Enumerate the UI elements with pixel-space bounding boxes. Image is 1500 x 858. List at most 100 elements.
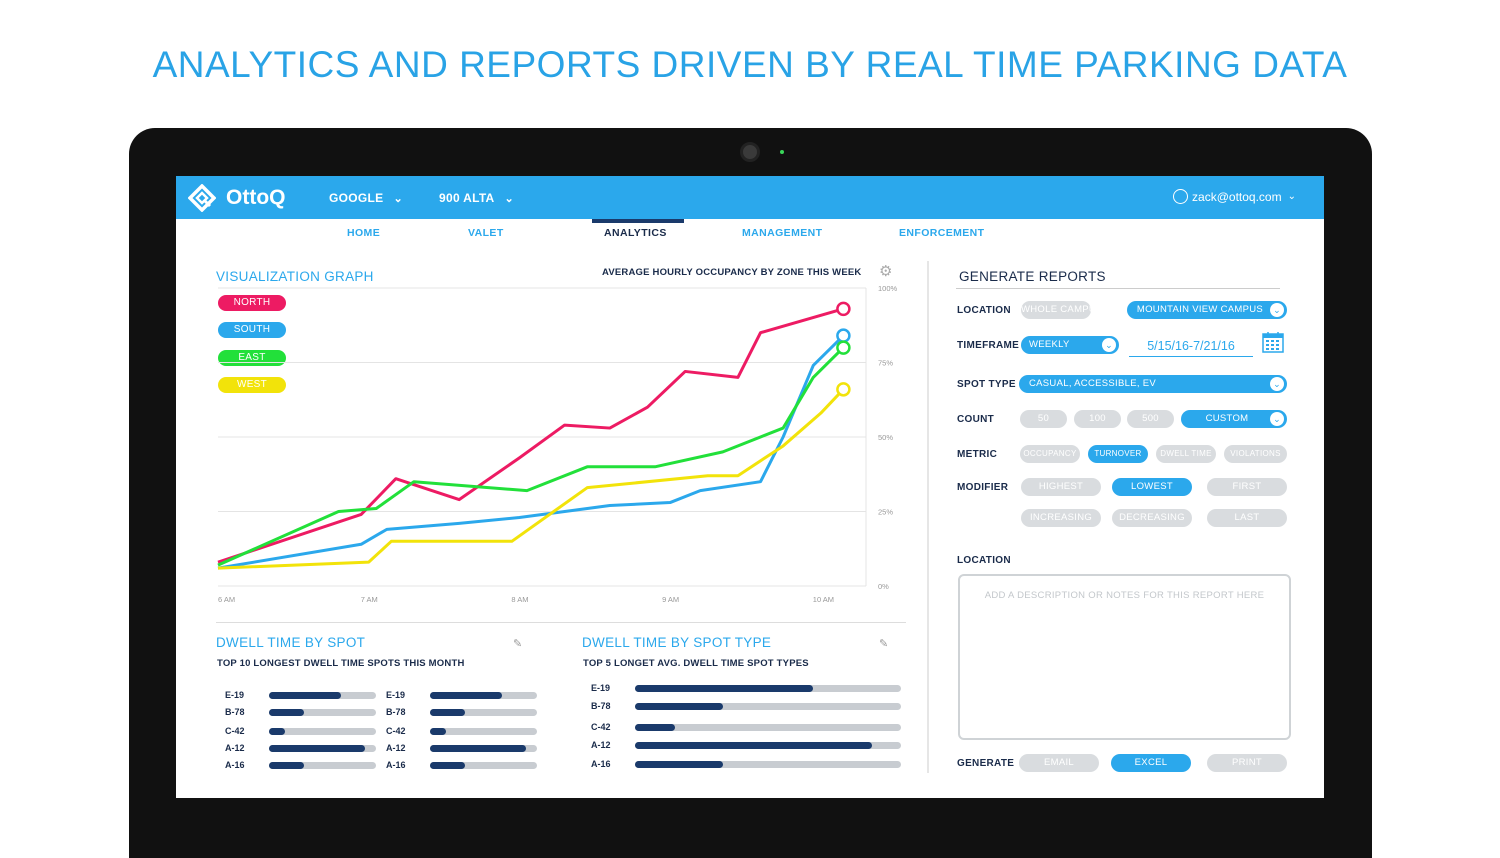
nav-enforcement[interactable]: ENFORCEMENT xyxy=(899,227,984,239)
edit-icon[interactable]: ✎ xyxy=(879,637,888,650)
bar-label: A-16 xyxy=(591,759,611,769)
series-line-south xyxy=(217,334,845,570)
modifier-option-increasing[interactable]: INCREASING xyxy=(1021,509,1101,527)
reports-title-underline xyxy=(956,288,1280,289)
bar-row: E-19 xyxy=(386,689,537,701)
metric-option-violations[interactable]: VIOLATIONS xyxy=(1224,445,1287,463)
bar-fill xyxy=(430,691,502,699)
bar-fill xyxy=(269,744,366,752)
bar-fill xyxy=(635,760,723,768)
chevron-down-icon: ⌄ xyxy=(393,193,404,205)
logo[interactable]: OttoQ xyxy=(188,184,285,212)
user-email: zack@ottoq.com xyxy=(1192,189,1282,204)
bar-label: B-78 xyxy=(591,701,611,711)
series-endpoint-west[interactable] xyxy=(836,382,851,397)
bar-track xyxy=(269,691,376,699)
org-dropdown[interactable]: GOOGLE ⌄ xyxy=(329,191,403,205)
bar-row: A-12 xyxy=(386,742,537,754)
series-endpoint-north[interactable] xyxy=(836,301,851,317)
location-label: LOCATION xyxy=(957,305,1011,316)
spot-type-select[interactable]: CASUAL, ACCESSIBLE, EV ⌄ xyxy=(1019,375,1287,393)
site-dropdown[interactable]: 900 ALTA ⌄ xyxy=(439,191,514,205)
dwell-spot-subtitle: TOP 10 LONGEST DWELL TIME SPOTS THIS MON… xyxy=(217,658,465,669)
metric-option-dwell-time[interactable]: DWELL TIME xyxy=(1156,445,1216,463)
bar-label: B-78 xyxy=(386,707,406,717)
bar-track xyxy=(635,702,901,710)
nav-management[interactable]: MANAGEMENT xyxy=(742,227,822,239)
notes-placeholder: ADD A DESCRIPTION OR NOTES FOR THIS REPO… xyxy=(984,590,1265,601)
chevron-down-icon: ⌄ xyxy=(1270,377,1284,391)
date-range-field[interactable]: 5/15/16-7/21/16 xyxy=(1129,337,1253,357)
modifier-option-highest[interactable]: HIGHEST xyxy=(1021,478,1101,496)
calendar-icon[interactable] xyxy=(1262,331,1284,353)
series-endpoint-east[interactable] xyxy=(836,340,851,355)
nav-home[interactable]: HOME xyxy=(347,227,380,239)
generate-excel-button[interactable]: EXCEL xyxy=(1111,754,1191,772)
webcam xyxy=(740,142,760,162)
modifier-option-decreasing[interactable]: DECREASING xyxy=(1112,509,1192,527)
bar-row: E-19 xyxy=(225,689,376,701)
bar-label: E-19 xyxy=(386,690,406,700)
timeframe-select[interactable]: WEEKLY ⌄ xyxy=(1021,336,1119,354)
y-tick-label: 100% xyxy=(878,286,898,293)
bar-track xyxy=(430,744,537,752)
bar-track xyxy=(430,727,537,735)
x-tick-label: 7 AM xyxy=(361,595,378,604)
bar-fill xyxy=(430,708,466,716)
vertical-divider xyxy=(927,261,929,773)
bar-label: A-12 xyxy=(386,743,406,753)
modifier-option-first[interactable]: FIRST xyxy=(1207,478,1287,496)
reports-title: GENERATE REPORTS xyxy=(959,269,1106,284)
count-option-100[interactable]: 100 xyxy=(1074,410,1121,428)
bar-label: A-12 xyxy=(225,743,245,753)
modifier-option-last[interactable]: LAST xyxy=(1207,509,1287,527)
bar-label: A-16 xyxy=(225,760,245,770)
occupancy-line-chart: 100% 75% 50% 25% 0% 6 AM 7 AM 8 AM 9 AM 10 AM xyxy=(217,286,898,604)
location-selected-value: MOUNTAIN VIEW CAMPUS xyxy=(1136,304,1264,315)
horizontal-divider xyxy=(216,622,906,623)
generate-email-button[interactable]: EMAIL xyxy=(1019,754,1099,772)
count-custom-select[interactable]: CUSTOM ⌄ xyxy=(1181,410,1287,428)
series-endpoint-south[interactable] xyxy=(836,328,851,343)
bar-label: C-42 xyxy=(591,722,611,732)
modifier-option-lowest[interactable]: LOWEST xyxy=(1112,478,1192,496)
bar-fill xyxy=(635,723,675,731)
metric-option-turnover[interactable]: TURNOVER xyxy=(1088,445,1148,463)
y-tick-label: 0% xyxy=(878,582,889,591)
bar-fill xyxy=(430,761,466,769)
bar-label: B-78 xyxy=(225,707,245,717)
user-menu[interactable]: zack@ottoq.com ⌄ xyxy=(1173,189,1296,204)
x-tick-label: 10 AM xyxy=(813,595,834,604)
bar-fill xyxy=(269,708,305,716)
notes-textarea[interactable]: ADD A DESCRIPTION OR NOTES FOR THIS REPO… xyxy=(958,574,1291,740)
ottoq-logo-icon xyxy=(188,184,216,212)
bar-track xyxy=(430,708,537,716)
bar-track xyxy=(269,761,376,769)
bar-fill xyxy=(269,727,286,735)
metric-option-occupancy[interactable]: OCCUPANCY xyxy=(1020,445,1080,463)
main-nav: HOME VALET ANALYTICS MANAGEMENT ENFORCEM… xyxy=(176,219,1324,245)
graph-section-title: VISUALIZATION GRAPH xyxy=(216,269,374,284)
bar-row: E-19 xyxy=(591,682,901,694)
nav-analytics[interactable]: ANALYTICS xyxy=(604,227,667,239)
gear-icon[interactable]: ⚙ xyxy=(879,262,892,280)
count-option-50[interactable]: 50 xyxy=(1020,410,1067,428)
chevron-down-icon: ⌄ xyxy=(504,193,515,205)
bar-fill xyxy=(430,744,527,752)
y-tick-label: 25% xyxy=(878,508,893,517)
nav-valet[interactable]: VALET xyxy=(468,227,504,239)
spot-type-label: SPOT TYPE xyxy=(957,379,1016,390)
bar-row: A-12 xyxy=(225,742,376,754)
bar-track xyxy=(269,744,376,752)
chevron-down-icon: ⌄ xyxy=(1270,303,1284,317)
dwell-type-title: DWELL TIME BY SPOT TYPE xyxy=(582,635,772,650)
location-option-whole-campus[interactable]: WHOLE CAMPUS xyxy=(1021,301,1091,319)
edit-icon[interactable]: ✎ xyxy=(513,637,522,650)
bar-track xyxy=(430,691,537,699)
count-option-500[interactable]: 500 xyxy=(1127,410,1174,428)
bar-row: C-42 xyxy=(386,725,537,737)
location-select[interactable]: MOUNTAIN VIEW CAMPUS ⌄ xyxy=(1127,301,1287,319)
y-tick-label: 50% xyxy=(878,433,893,442)
bar-label: A-16 xyxy=(386,760,406,770)
generate-print-button[interactable]: PRINT xyxy=(1207,754,1287,772)
